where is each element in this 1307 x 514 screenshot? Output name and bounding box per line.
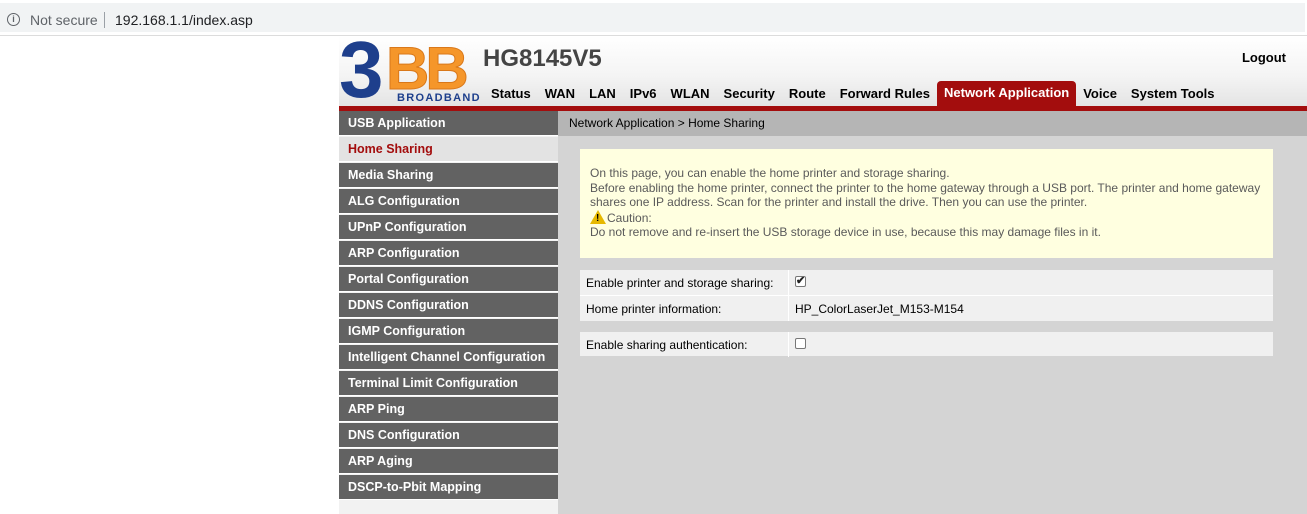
warning-icon bbox=[590, 209, 606, 226]
caution-text: Do not remove and re-insert the USB stor… bbox=[590, 225, 1101, 239]
browser-address-bar: i Not secure 192.168.1.1/index.asp bbox=[0, 0, 1307, 36]
nav-tab-system-tools[interactable]: System Tools bbox=[1124, 83, 1222, 107]
nav-tab-lan[interactable]: LAN bbox=[582, 83, 623, 107]
logo-bb: BB bbox=[386, 35, 470, 102]
caution-label: Caution: bbox=[607, 210, 652, 225]
sidebar-item-media-sharing[interactable]: Media Sharing bbox=[339, 163, 558, 188]
sidebar-item-arp-aging[interactable]: ARP Aging bbox=[339, 449, 558, 474]
sidebar: USB Application Home Sharing Media Sharing… bbox=[339, 111, 558, 514]
info-notice: On this page, you can enable the home pr… bbox=[580, 149, 1273, 258]
notice-line-1: On this page, you can enable the home pr… bbox=[590, 166, 950, 180]
nav-tab-route[interactable]: Route bbox=[782, 83, 833, 107]
sidebar-item-usb-application[interactable]: USB Application bbox=[339, 111, 558, 136]
sidebar-item-arp-configuration[interactable]: ARP Configuration bbox=[339, 241, 558, 266]
device-model: HG8145V5 bbox=[483, 45, 602, 72]
sidebar-item-terminal-limit-configuration[interactable]: Terminal Limit Configuration bbox=[339, 371, 558, 396]
sidebar-item-upnp-configuration[interactable]: UPnP Configuration bbox=[339, 215, 558, 240]
security-status[interactable]: Not secure bbox=[30, 12, 98, 28]
info-icon[interactable]: i bbox=[7, 13, 20, 26]
nav-tab-ipv6[interactable]: IPv6 bbox=[623, 83, 664, 107]
nav-tab-voice[interactable]: Voice bbox=[1076, 83, 1124, 107]
logo-broadband: BROADBAND bbox=[397, 92, 481, 104]
logout-link[interactable]: Logout bbox=[1242, 50, 1286, 65]
omnibox[interactable]: i Not secure 192.168.1.1/index.asp bbox=[0, 3, 1305, 32]
row-divider bbox=[788, 296, 789, 321]
enable-sharing-checkbox[interactable]: ✔ bbox=[795, 276, 806, 287]
row-divider bbox=[788, 270, 789, 295]
sidebar-item-igmp-configuration[interactable]: IGMP Configuration bbox=[339, 319, 558, 344]
nav-tab-forward-rules[interactable]: Forward Rules bbox=[833, 83, 937, 107]
breadcrumb: Network Application > Home Sharing bbox=[558, 111, 1307, 136]
nav-tab-wan[interactable]: WAN bbox=[538, 83, 582, 107]
logo-3: 3 bbox=[339, 25, 384, 114]
sidebar-item-portal-configuration[interactable]: Portal Configuration bbox=[339, 267, 558, 292]
enable-sharing-row: Enable printer and storage sharing: ✔ bbox=[580, 270, 1273, 295]
header: 3 BB BROADBAND HG8145V5 Logout Status WAN… bbox=[339, 30, 1307, 110]
nav-tab-network-application[interactable]: Network Application bbox=[937, 81, 1077, 107]
main-content: Network Application > Home Sharing On th… bbox=[558, 111, 1307, 514]
router-web-ui: 3 BB BROADBAND HG8145V5 Logout Status WAN… bbox=[339, 30, 1307, 514]
sidebar-item-arp-ping[interactable]: ARP Ping bbox=[339, 397, 558, 422]
row-divider bbox=[788, 332, 789, 357]
printer-info-label: Home printer information: bbox=[586, 302, 722, 316]
sharing-auth-checkbox[interactable] bbox=[795, 338, 806, 349]
sidebar-item-alg-configuration[interactable]: ALG Configuration bbox=[339, 189, 558, 214]
sidebar-item-home-sharing[interactable]: Home Sharing bbox=[339, 137, 558, 162]
sidebar-item-intelligent-channel-configuration[interactable]: Intelligent Channel Configuration bbox=[339, 345, 558, 370]
sidebar-item-dscp-to-pbit-mapping[interactable]: DSCP-to-Pbit Mapping bbox=[339, 475, 558, 500]
sharing-auth-label: Enable sharing authentication: bbox=[586, 338, 748, 352]
sidebar-item-ddns-configuration[interactable]: DDNS Configuration bbox=[339, 293, 558, 318]
sidebar-item-dns-configuration[interactable]: DNS Configuration bbox=[339, 423, 558, 448]
caution-row: Caution: bbox=[590, 209, 1263, 226]
nav-tab-status[interactable]: Status bbox=[484, 83, 538, 107]
nav-tab-wlan[interactable]: WLAN bbox=[664, 83, 717, 107]
top-navigation: Status WAN LAN IPv6 WLAN Security Route Forward… bbox=[484, 81, 1221, 107]
sharing-auth-row: Enable sharing authentication: bbox=[580, 332, 1273, 357]
enable-sharing-label: Enable printer and storage sharing: bbox=[586, 276, 774, 290]
brand-logo: 3 BB BROADBAND bbox=[339, 30, 485, 110]
url-text[interactable]: 192.168.1.1/index.asp bbox=[115, 12, 253, 28]
printer-info-row: Home printer information: HP_ColorLaserJ… bbox=[580, 295, 1273, 321]
notice-line-2: Before enabling the home printer, connec… bbox=[590, 180, 1261, 210]
separator bbox=[104, 12, 105, 28]
printer-info-value: HP_ColorLaserJet_M153-M154 bbox=[795, 302, 964, 316]
nav-tab-security[interactable]: Security bbox=[717, 83, 782, 107]
